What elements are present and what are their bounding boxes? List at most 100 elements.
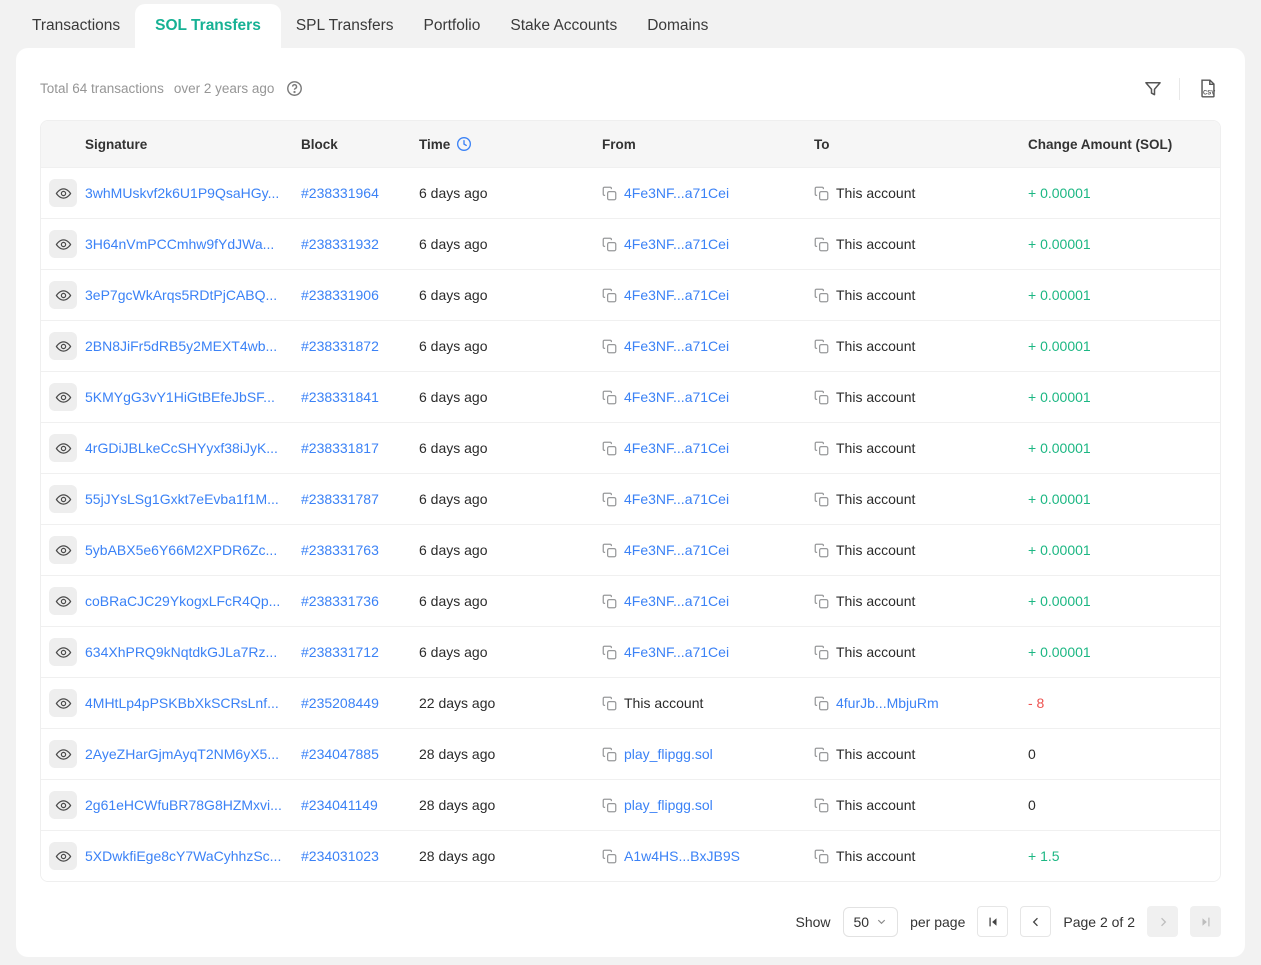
block-link[interactable]: #238331932 xyxy=(301,236,379,252)
block-link[interactable]: #238331964 xyxy=(301,185,379,201)
block-link[interactable]: #238331763 xyxy=(301,542,379,558)
preview-transaction-button[interactable] xyxy=(49,383,77,411)
copy-icon[interactable] xyxy=(814,339,829,354)
copy-icon[interactable] xyxy=(602,390,617,405)
block-link[interactable]: #238331841 xyxy=(301,389,379,405)
preview-transaction-button[interactable] xyxy=(49,638,77,666)
signature-link[interactable]: 5KMYgG3vY1HiGtBEfeJbSF... xyxy=(85,389,275,405)
to-address[interactable]: This account xyxy=(836,491,915,507)
from-address[interactable]: This account xyxy=(624,695,703,711)
clock-icon[interactable] xyxy=(456,136,472,152)
signature-link[interactable]: 3eP7gcWkArqs5RDtPjCABQ... xyxy=(85,287,277,303)
to-address[interactable]: This account xyxy=(836,593,915,609)
preview-transaction-button[interactable] xyxy=(49,332,77,360)
tab-portfolio[interactable]: Portfolio xyxy=(408,4,495,48)
tab-sol-transfers[interactable]: SOL Transfers xyxy=(135,4,281,48)
to-address[interactable]: This account xyxy=(836,797,915,813)
to-address[interactable]: This account xyxy=(836,848,915,864)
preview-transaction-button[interactable] xyxy=(49,689,77,717)
signature-link[interactable]: 2BN8JiFr5dRB5y2MEXT4wb... xyxy=(85,338,277,354)
block-link[interactable]: #238331872 xyxy=(301,338,379,354)
from-address[interactable]: play_flipgg.sol xyxy=(624,746,713,762)
copy-icon[interactable] xyxy=(602,339,617,354)
preview-transaction-button[interactable] xyxy=(49,281,77,309)
from-address[interactable]: 4Fe3NF...a71Cei xyxy=(624,236,729,252)
preview-transaction-button[interactable] xyxy=(49,791,77,819)
last-page-button[interactable] xyxy=(1190,906,1221,937)
signature-link[interactable]: 4MHtLp4pPSKBbXkSCRsLnf... xyxy=(85,695,279,711)
copy-icon[interactable] xyxy=(602,645,617,660)
copy-icon[interactable] xyxy=(602,441,617,456)
first-page-button[interactable] xyxy=(977,906,1008,937)
signature-link[interactable]: 5ybABX5e6Y66M2XPDR6Zc... xyxy=(85,542,277,558)
copy-icon[interactable] xyxy=(814,849,829,864)
from-address[interactable]: 4Fe3NF...a71Cei xyxy=(624,644,729,660)
next-page-button[interactable] xyxy=(1147,906,1178,937)
tab-transactions[interactable]: Transactions xyxy=(17,4,135,48)
copy-icon[interactable] xyxy=(814,594,829,609)
preview-transaction-button[interactable] xyxy=(49,179,77,207)
copy-icon[interactable] xyxy=(814,696,829,711)
from-address[interactable]: 4Fe3NF...a71Cei xyxy=(624,287,729,303)
tab-domains[interactable]: Domains xyxy=(632,4,723,48)
from-address[interactable]: 4Fe3NF...a71Cei xyxy=(624,440,729,456)
copy-icon[interactable] xyxy=(602,747,617,762)
signature-link[interactable]: 4rGDiJBLkeCcSHYyxf38iJyK... xyxy=(85,440,278,456)
copy-icon[interactable] xyxy=(602,237,617,252)
to-address[interactable]: This account xyxy=(836,542,915,558)
signature-link[interactable]: 2g61eHCWfuBR78G8HZMxvi... xyxy=(85,797,282,813)
help-icon[interactable] xyxy=(284,78,305,99)
to-address[interactable]: This account xyxy=(836,746,915,762)
copy-icon[interactable] xyxy=(602,849,617,864)
to-address[interactable]: This account xyxy=(836,440,915,456)
signature-link[interactable]: 5XDwkfiEge8cY7WaCyhhzSc... xyxy=(85,848,281,864)
to-address[interactable]: This account xyxy=(836,644,915,660)
signature-link[interactable]: 55jJYsLSg1Gxkt7eEvba1f1M... xyxy=(85,491,279,507)
signature-link[interactable]: coBRaCJC29YkogxLFcR4Qp... xyxy=(85,593,280,609)
copy-icon[interactable] xyxy=(814,288,829,303)
block-link[interactable]: #238331906 xyxy=(301,287,379,303)
from-address[interactable]: 4Fe3NF...a71Cei xyxy=(624,338,729,354)
block-link[interactable]: #235208449 xyxy=(301,695,379,711)
copy-icon[interactable] xyxy=(814,747,829,762)
preview-transaction-button[interactable] xyxy=(49,587,77,615)
page-size-select[interactable]: 50 xyxy=(843,907,899,937)
block-link[interactable]: #238331817 xyxy=(301,440,379,456)
signature-link[interactable]: 3H64nVmPCCmhw9fYdJWa... xyxy=(85,236,274,252)
from-address[interactable]: 4Fe3NF...a71Cei xyxy=(624,593,729,609)
copy-icon[interactable] xyxy=(602,186,617,201)
from-address[interactable]: 4Fe3NF...a71Cei xyxy=(624,389,729,405)
block-link[interactable]: #234047885 xyxy=(301,746,379,762)
copy-icon[interactable] xyxy=(814,645,829,660)
preview-transaction-button[interactable] xyxy=(49,740,77,768)
block-link[interactable]: #238331712 xyxy=(301,644,379,660)
preview-transaction-button[interactable] xyxy=(49,536,77,564)
preview-transaction-button[interactable] xyxy=(49,485,77,513)
from-address[interactable]: 4Fe3NF...a71Cei xyxy=(624,185,729,201)
tab-stake-accounts[interactable]: Stake Accounts xyxy=(495,4,632,48)
copy-icon[interactable] xyxy=(602,696,617,711)
copy-icon[interactable] xyxy=(814,492,829,507)
signature-link[interactable]: 634XhPRQ9kNqtdkGJLa7Rz... xyxy=(85,644,277,660)
copy-icon[interactable] xyxy=(814,237,829,252)
filter-button[interactable] xyxy=(1141,77,1165,101)
previous-page-button[interactable] xyxy=(1020,906,1051,937)
preview-transaction-button[interactable] xyxy=(49,434,77,462)
copy-icon[interactable] xyxy=(814,798,829,813)
from-address[interactable]: 4Fe3NF...a71Cei xyxy=(624,542,729,558)
to-address[interactable]: 4furJb...MbjuRm xyxy=(836,695,939,711)
signature-link[interactable]: 3whMUskvf2k6U1P9QsaHGy... xyxy=(85,185,279,201)
to-address[interactable]: This account xyxy=(836,287,915,303)
copy-icon[interactable] xyxy=(814,543,829,558)
block-link[interactable]: #238331736 xyxy=(301,593,379,609)
tab-spl-transfers[interactable]: SPL Transfers xyxy=(281,4,409,48)
block-link[interactable]: #234031023 xyxy=(301,848,379,864)
from-address[interactable]: A1w4HS...BxJB9S xyxy=(624,848,740,864)
to-address[interactable]: This account xyxy=(836,236,915,252)
copy-icon[interactable] xyxy=(602,594,617,609)
signature-link[interactable]: 2AyeZHarGjmAyqT2NM6yX5... xyxy=(85,746,279,762)
block-link[interactable]: #238331787 xyxy=(301,491,379,507)
copy-icon[interactable] xyxy=(602,543,617,558)
to-address[interactable]: This account xyxy=(836,338,915,354)
copy-icon[interactable] xyxy=(814,390,829,405)
